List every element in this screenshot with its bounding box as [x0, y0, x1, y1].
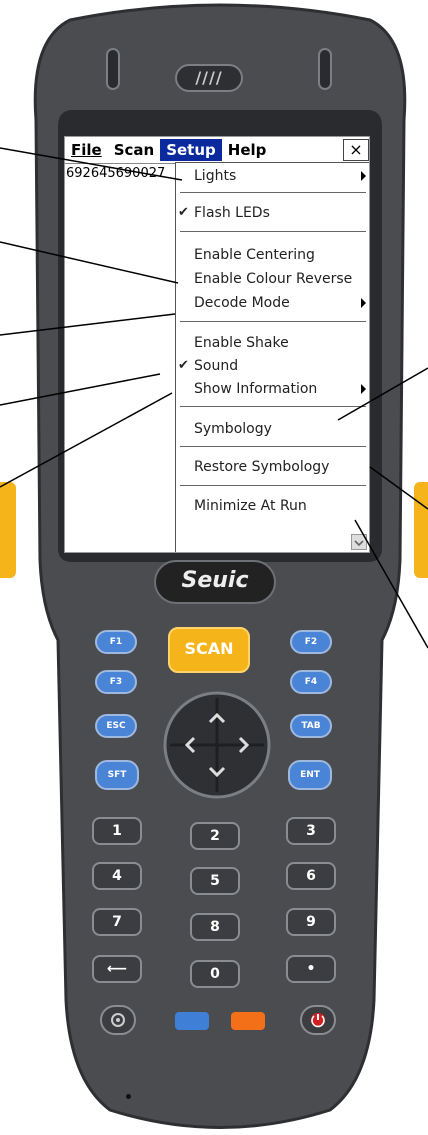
scan-key[interactable]: SCAN: [168, 627, 250, 673]
key-label: 1: [112, 823, 122, 839]
shift-key[interactable]: SFT: [95, 760, 139, 790]
key-label: •: [306, 961, 316, 977]
key-1[interactable]: 1: [92, 817, 142, 845]
key-label: 8: [210, 919, 220, 935]
key-label: 0: [210, 966, 220, 982]
f3-key[interactable]: F3: [95, 670, 137, 694]
key-label: 2: [210, 828, 220, 844]
tab-key[interactable]: TAB: [290, 714, 332, 738]
key-5[interactable]: 5: [190, 867, 240, 895]
orange-button[interactable]: [231, 1012, 265, 1030]
power-icon: [311, 1013, 325, 1028]
key-label: 7: [112, 914, 122, 930]
direction-pad[interactable]: [162, 690, 272, 800]
f1-key[interactable]: F1: [95, 630, 137, 654]
power-button[interactable]: [300, 1005, 336, 1035]
key-label: 6: [306, 868, 316, 884]
key-0[interactable]: 0: [190, 960, 240, 988]
key-6[interactable]: 6: [286, 862, 336, 890]
f4-key[interactable]: F4: [290, 670, 332, 694]
key-7[interactable]: 7: [92, 908, 142, 936]
key-4[interactable]: 4: [92, 862, 142, 890]
key-label: 9: [306, 914, 316, 930]
blue-button[interactable]: [175, 1012, 209, 1030]
key-label: 4: [112, 868, 122, 884]
microphone-hole: [126, 1094, 131, 1099]
backspace-key[interactable]: ⟵: [92, 955, 142, 983]
enter-key[interactable]: ENT: [288, 760, 332, 790]
key-3[interactable]: 3: [286, 817, 336, 845]
brand-logo: Seuic: [154, 560, 276, 604]
key-2[interactable]: 2: [190, 822, 240, 850]
key-8[interactable]: 8: [190, 913, 240, 941]
key-label: 5: [210, 873, 220, 889]
esc-key[interactable]: ESC: [95, 714, 137, 738]
gear-icon: [111, 1013, 125, 1027]
dot-key[interactable]: •: [286, 955, 336, 983]
key-9[interactable]: 9: [286, 908, 336, 936]
settings-button[interactable]: [100, 1005, 136, 1035]
backspace-icon: ⟵: [106, 961, 128, 977]
f2-key[interactable]: F2: [290, 630, 332, 654]
key-label: 3: [306, 823, 316, 839]
